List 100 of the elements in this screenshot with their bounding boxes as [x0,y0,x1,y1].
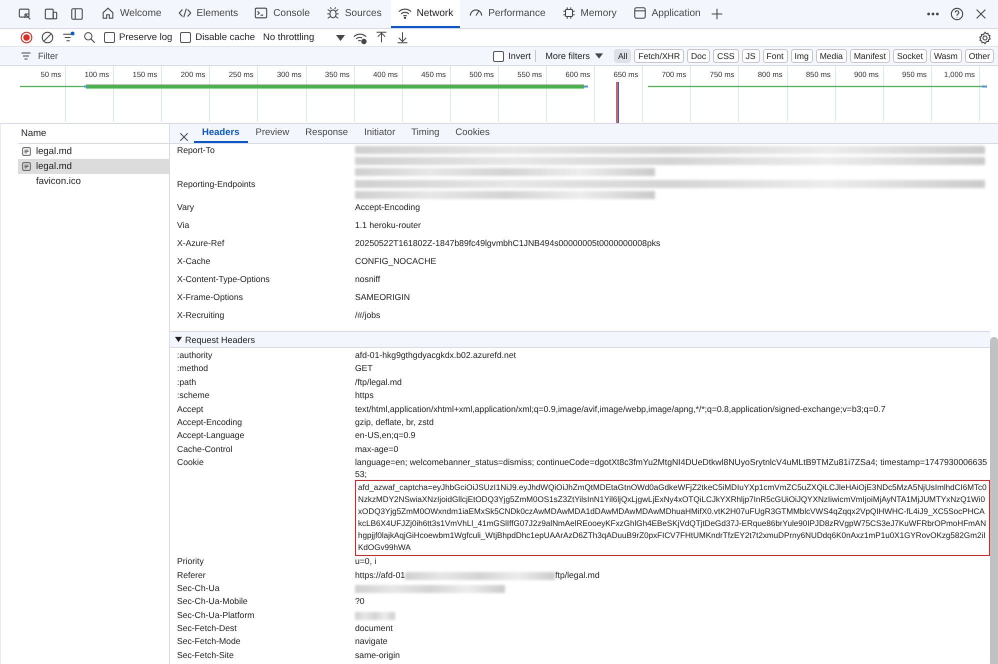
header-name: Via [177,220,190,230]
header-name: Accept-Encoding [177,416,243,429]
panel-tab[interactable]: Memory [554,0,624,28]
expanded-triangle-icon [175,336,182,343]
type-filter-button[interactable]: Manifest [850,49,890,63]
clear-icon[interactable] [41,31,54,44]
close-icon[interactable] [974,7,988,21]
request-row[interactable]: legal.md [18,159,169,174]
column-header[interactable]: Name [18,124,169,144]
more-filters-dropdown[interactable]: More filters [545,51,603,61]
record-button[interactable] [20,31,33,44]
plus-icon[interactable] [710,7,724,21]
details-tab[interactable]: Cookies [447,127,498,143]
details-tab[interactable]: Response [297,127,356,143]
chip-icon [562,6,576,20]
panel-tab[interactable]: Console [247,0,317,28]
close-icon[interactable] [178,131,190,143]
device-icon[interactable] [44,7,58,21]
type-filter-button[interactable]: All [614,49,632,63]
filter-field[interactable]: Filter [34,51,478,61]
header-value: ?0 [355,596,365,608]
code-icon [178,6,192,20]
header-value: document [355,623,393,635]
header-name: Referer [177,570,207,582]
header-value: max-age=0 [355,444,398,456]
type-filter-button[interactable]: JS [742,49,760,63]
type-filter-button[interactable]: CSS [713,49,739,63]
header-value: afd-01-hkg9gthgdyacgkdx.b02.azurefd.net [355,350,516,362]
header-value: https [355,390,374,402]
inspect-icon[interactable] [18,7,32,21]
header-value: 1.1 heroku-router [355,220,421,230]
panel-tab[interactable]: Network [390,0,460,28]
panel-tab[interactable]: Welcome [94,0,168,28]
header-value: en-US,en;q=0.9 [355,430,416,442]
details-tab[interactable]: Headers [194,127,248,143]
section-header[interactable]: Request Headers [170,331,990,348]
panel-tab[interactable]: Sources [318,0,389,28]
header-name: Sec-Fetch-Mode [177,636,242,648]
header-value: /#/jobs [355,310,380,320]
disable-cache-checkbox[interactable]: Disable cache [180,32,256,43]
invert-checkbox[interactable]: Invert [493,50,531,62]
help-icon[interactable] [950,7,964,21]
header-value: text/html,application/xhtml+xml,application/xml;q=0.9,image/avif,image/webp,image/apng,*/*;q=0.8,application/signed-exchange;v=b3;q=0.7 [355,404,886,416]
request-row[interactable]: favicon.ico [18,174,169,189]
header-name: Cookie [177,457,205,470]
details-tab[interactable]: Timing [403,127,448,143]
checkbox[interactable] [180,32,192,43]
blurred-value [355,612,395,620]
wifi-icon [398,6,412,20]
checkbox[interactable] [493,50,504,62]
header-name: :scheme [177,390,210,402]
wifi-gear-icon[interactable] [353,30,368,44]
header-name: Accept-Language [177,430,246,442]
header-name: X-Frame-Options [177,292,244,302]
header-name: Reporting-Endpoints [177,179,256,189]
bug-icon [326,6,340,20]
details-tab[interactable]: Preview [248,127,298,143]
header-name: :path [177,376,198,389]
panel-tab[interactable]: Elements [170,0,246,28]
panel-tab[interactable]: Performance [462,0,553,28]
header-value: https://afd-01 [355,570,406,582]
filter-icon[interactable] [62,31,75,44]
sidebar-icon[interactable] [70,7,84,21]
header-value: 20250522T161802Z-1847b89fc49lgvmbhC1JNB494s00000005t0000000008pks [355,238,660,248]
type-filter-button[interactable]: Wasm [930,49,962,63]
type-filter-button[interactable]: Other [964,49,994,63]
search-icon[interactable] [83,31,96,44]
header-value: same-origin [355,650,400,662]
header-name: :authority [177,350,214,362]
type-filter-button[interactable]: Media [816,49,847,63]
type-filter-button[interactable]: Font [762,49,788,63]
header-value: u=0, i [355,556,376,568]
preserve-log-checkbox[interactable]: Preserve log [104,32,172,43]
header-value: nosniff [355,274,380,284]
header-value: GET [355,363,373,375]
scrollbar-thumb[interactable] [990,337,998,664]
caret-icon [594,53,603,59]
header-name: X-Azure-Ref [177,238,226,248]
details-tab[interactable]: Initiator [356,127,404,143]
request-row[interactable]: legal.md [18,144,169,159]
type-filter-button[interactable]: Doc [686,49,710,63]
checkbox[interactable] [104,32,115,43]
upload-icon[interactable] [375,31,388,44]
header-name: X-Cache [177,256,212,266]
header-value: language=en; welcomebanner_status=dismiss; continueCode=dgotXt8c3fmYu2MtgNI4DUeDtkwl8NUyoSrytnlcV4uMLtB9TMZu81i7ZSa4; timestamp=174793000663553; [355,457,988,480]
header-value: navigate [355,636,388,648]
panel-tab[interactable]: Application [626,0,708,28]
type-filter-button[interactable]: Img [790,49,813,63]
header-name: Vary [177,202,196,212]
type-filter-button[interactable]: Socket [892,49,927,63]
section-title: Request Headers [185,334,256,344]
download-icon[interactable] [396,31,410,44]
header-value: SAMEORIGIN [355,292,410,302]
document-icon [21,161,32,172]
settings-icon[interactable] [978,30,992,44]
terminal-icon [254,6,268,20]
header-value: CONFIG_NOCACHE [355,256,436,266]
throttling-dropdown[interactable]: No throttling [263,32,346,43]
type-filter-button[interactable]: Fetch/XHR [634,49,684,63]
header-value: gzip, deflate, br, zstd [355,416,434,428]
